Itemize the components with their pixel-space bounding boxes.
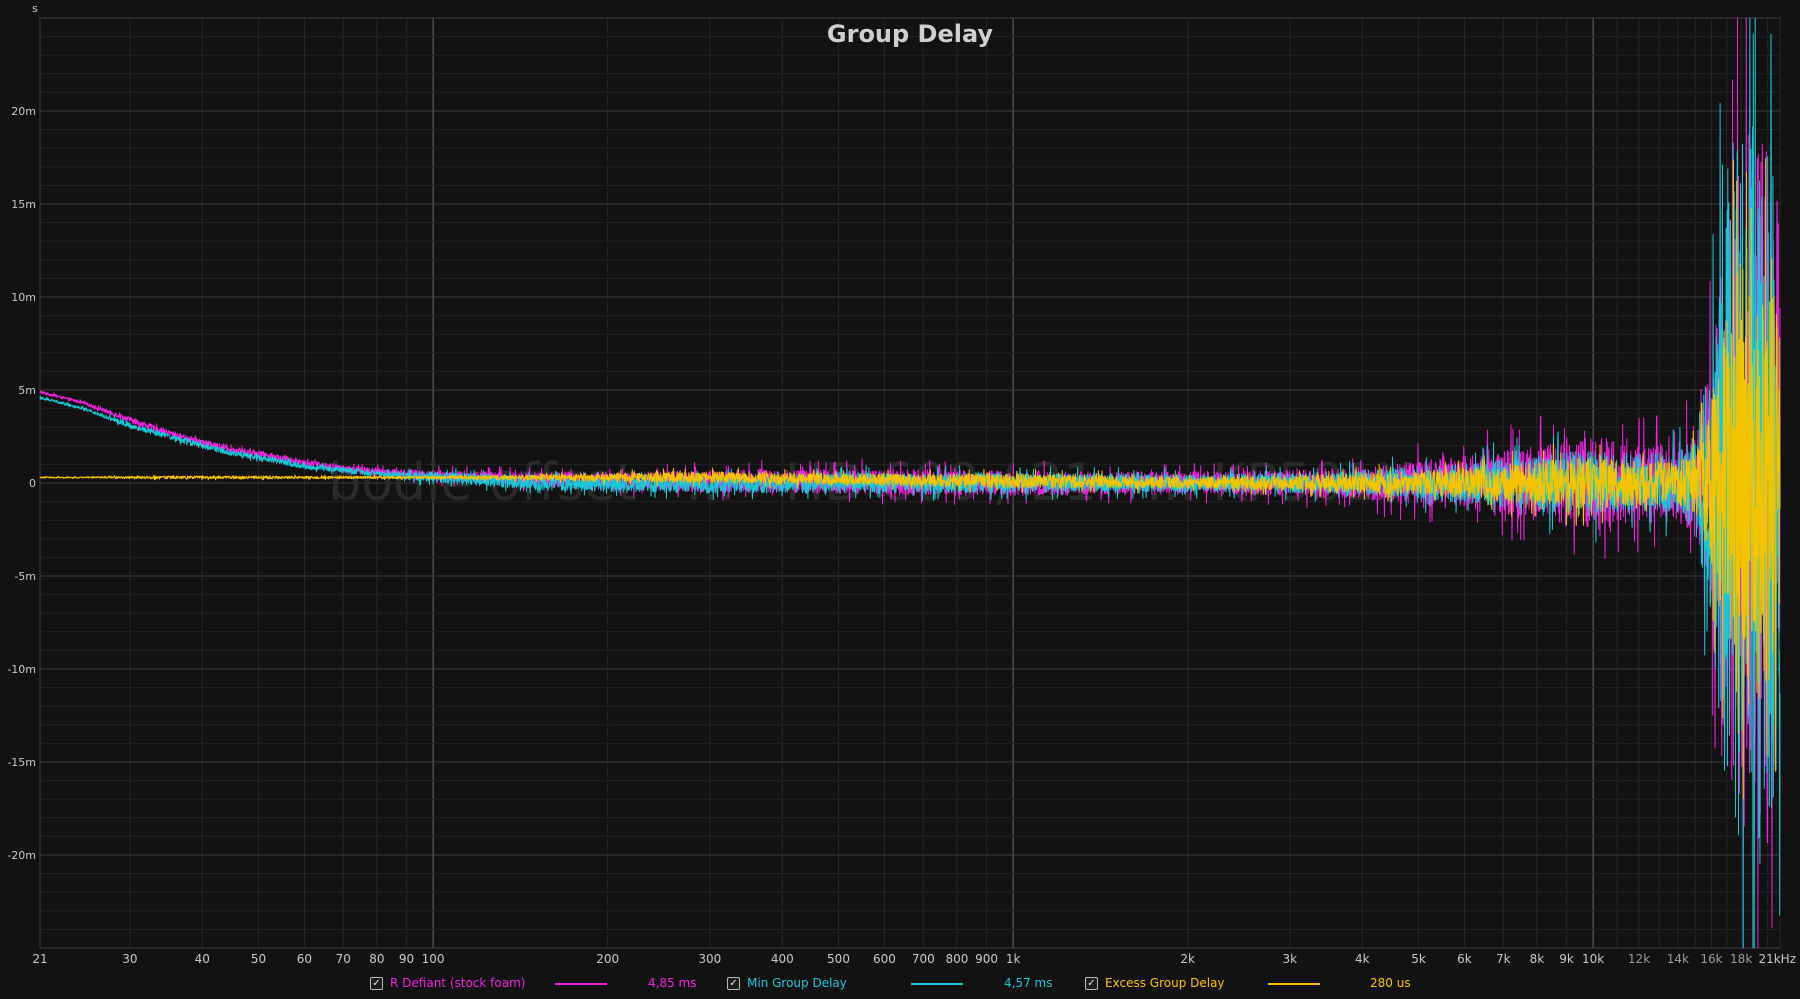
legend-item-excess-group-delay[interactable]: ✓ Excess Group Delay xyxy=(1085,974,1225,992)
legend-value-min-group-delay: 4,57 ms xyxy=(1004,976,1053,990)
y-tick-label: -5m xyxy=(14,570,36,583)
legend-swatch-excess-group-delay xyxy=(1268,983,1320,985)
x-tick-label: 2k xyxy=(1180,952,1195,966)
x-tick-label: 50 xyxy=(251,952,266,966)
x-tick-label-minor: 18k xyxy=(1730,952,1752,966)
x-tick-label: 4k xyxy=(1355,952,1370,966)
x-tick-label: 400 xyxy=(771,952,794,966)
legend-value-excess-group-delay: 280 us xyxy=(1370,976,1411,990)
y-tick-label: -15m xyxy=(7,756,36,769)
x-tick-label: 8k xyxy=(1530,952,1545,966)
group-delay-chart: bodie offset · ... · HD 600 / 21 · ... K… xyxy=(0,0,1800,999)
x-tick-label: 1k xyxy=(1006,952,1021,966)
y-tick-label: 15m xyxy=(11,198,36,211)
x-tick-label: 70 xyxy=(336,952,351,966)
legend-checkbox-excess-group-delay[interactable]: ✓ xyxy=(1085,976,1098,990)
legend-checkbox-r-defiant[interactable]: ✓ xyxy=(370,976,383,990)
x-tick-label: 900 xyxy=(975,952,998,966)
legend-item-min-group-delay[interactable]: ✓ Min Group Delay xyxy=(727,974,847,992)
x-tick-label: 80 xyxy=(369,952,384,966)
legend-label-min-group-delay: Min Group Delay xyxy=(747,976,847,990)
x-tick-label: 90 xyxy=(399,952,414,966)
x-tick-label: 21kHz xyxy=(1758,952,1796,966)
x-tick-label: 800 xyxy=(945,952,968,966)
x-tick-label: 40 xyxy=(195,952,210,966)
y-tick-label: 20m xyxy=(11,105,36,118)
legend-label-excess-group-delay: Excess Group Delay xyxy=(1105,976,1225,990)
legend-swatch-min-group-delay xyxy=(911,983,963,985)
x-tick-label: 10k xyxy=(1582,952,1604,966)
y-axis-unit-label: s xyxy=(32,2,38,15)
x-tick-label: 200 xyxy=(596,952,619,966)
x-tick-label: 100 xyxy=(422,952,445,966)
y-tick-label: 0 xyxy=(29,477,36,490)
x-tick-label: 5k xyxy=(1411,952,1426,966)
x-tick-label-minor: 12k xyxy=(1628,952,1650,966)
x-tick-label: 600 xyxy=(873,952,896,966)
x-tick-label: 9k xyxy=(1559,952,1574,966)
x-tick-label-minor: 14k xyxy=(1667,952,1689,966)
legend-item-r-defiant[interactable]: ✓ R Defiant (stock foam) xyxy=(370,974,525,992)
legend-swatch-r-defiant xyxy=(555,983,607,985)
x-tick-label: 300 xyxy=(698,952,721,966)
legend-value-r-defiant: 4,85 ms xyxy=(648,976,697,990)
legend-label-r-defiant: R Defiant (stock foam) xyxy=(390,976,526,990)
x-tick-label: 500 xyxy=(827,952,850,966)
group-delay-window: bodie offset · ... · HD 600 / 21 · ... K… xyxy=(0,0,1800,999)
legend: ✓ R Defiant (stock foam) 4,85 ms ✓ Min G… xyxy=(0,972,1800,996)
x-tick-label: 6k xyxy=(1457,952,1472,966)
x-tick-label-minor: 16k xyxy=(1700,952,1722,966)
y-tick-label: 10m xyxy=(11,291,36,304)
legend-checkbox-min-group-delay[interactable]: ✓ xyxy=(727,976,740,990)
chart-title: Group Delay xyxy=(827,20,994,48)
x-tick-label: 7k xyxy=(1496,952,1511,966)
x-tick-label: 3k xyxy=(1283,952,1298,966)
y-tick-label: -20m xyxy=(7,849,36,862)
x-tick-label: 60 xyxy=(297,952,312,966)
y-tick-label: 5m xyxy=(18,384,36,397)
x-tick-label: 700 xyxy=(912,952,935,966)
y-tick-label: -10m xyxy=(7,663,36,676)
x-tick-label: 21 xyxy=(32,952,47,966)
x-tick-label: 30 xyxy=(122,952,137,966)
